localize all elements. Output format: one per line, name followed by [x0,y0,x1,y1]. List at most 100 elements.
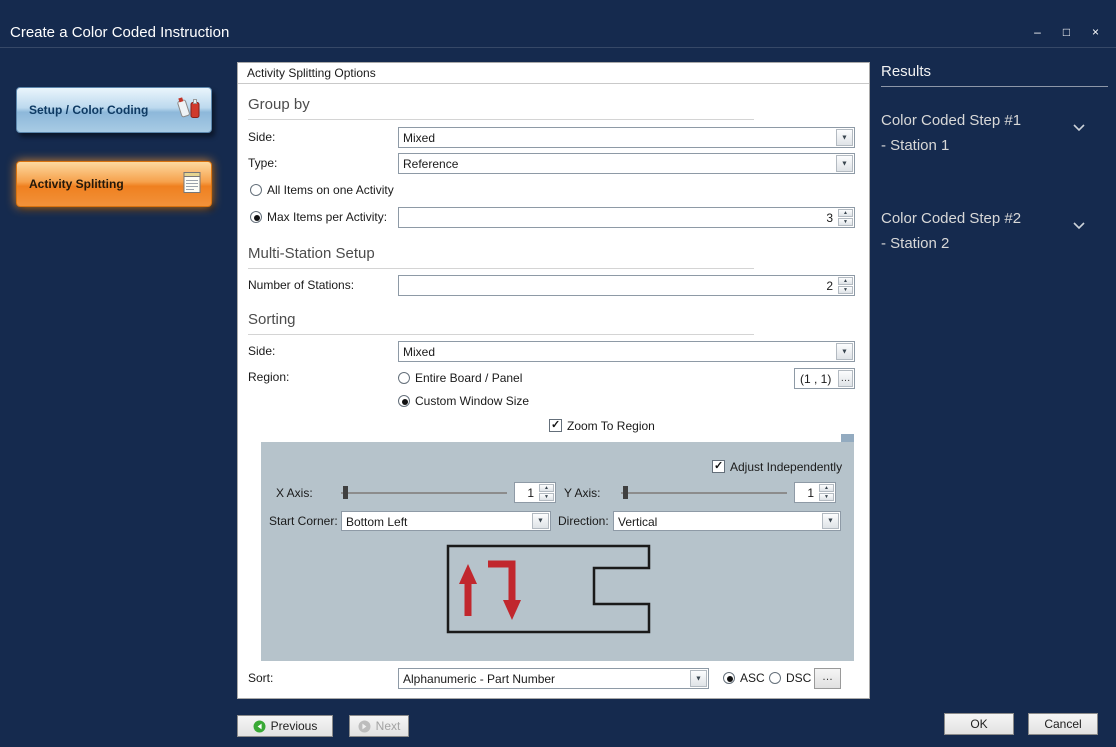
close-button[interactable]: × [1089,25,1102,39]
custom-window-radio[interactable]: Custom Window Size [398,393,529,408]
chevron-down-icon[interactable] [822,513,839,529]
checkbox-icon [712,460,725,473]
max-items-input[interactable]: 3 [398,207,855,228]
sort-select[interactable]: Alphanumeric - Part Number [398,668,709,689]
side-select[interactable]: Mixed [398,127,855,148]
stations-value: 2 [826,279,833,293]
y-axis-value: 1 [807,486,814,500]
cancel-button[interactable]: Cancel [1028,713,1098,735]
slider-thumb[interactable] [343,486,348,499]
section-divider [248,268,754,269]
sidebar-item-setup-color-coding[interactable]: Setup / Color Coding [16,87,212,133]
title-bar: Create a Color Coded Instruction – □ × [0,0,1116,48]
adjust-independently-checkbox[interactable]: Adjust Independently [712,459,842,474]
y-axis-slider[interactable] [619,484,789,500]
spinner-up-button[interactable] [539,484,554,492]
slider-track [621,492,787,494]
direction-value: Vertical [614,512,840,529]
spinner-down-button[interactable] [819,493,834,501]
cancel-button-label: Cancel [1044,717,1081,731]
type-select[interactable]: Reference [398,153,855,174]
minimize-button[interactable]: – [1031,25,1044,39]
previous-button[interactable]: Previous [237,715,333,737]
max-items-radio[interactable]: Max Items per Activity: [250,209,387,224]
asc-radio[interactable]: ASC [723,670,765,685]
type-select-value: Reference [399,154,854,171]
chevron-down-icon[interactable] [836,343,853,360]
group-by-heading: Group by [248,96,310,113]
start-corner-value: Bottom Left [342,512,550,529]
y-axis-input[interactable]: 1 [794,482,836,503]
chevron-down-icon [1072,123,1086,132]
slider-thumb[interactable] [623,486,628,499]
side-label: Side: [248,130,275,144]
dsc-radio-label: DSC [786,671,811,685]
spinner-down-button[interactable] [838,286,853,294]
chevron-down-icon [1072,221,1086,230]
sorting-side-label: Side: [248,344,275,358]
sidebar-item-setup-label: Setup / Color Coding [29,103,148,117]
sort-ellipsis-button[interactable]: … [814,668,841,689]
result-step-1-subtitle: - Station 1 [881,133,1108,158]
region-label: Region: [248,370,289,384]
radio-icon [769,672,781,684]
start-corner-label: Start Corner: [269,514,338,528]
section-divider [248,334,754,335]
x-axis-input[interactable]: 1 [514,482,556,503]
asc-radio-label: ASC [740,671,765,685]
radio-icon [250,184,262,196]
ok-button-label: OK [970,717,987,731]
sorting-side-value: Mixed [399,342,854,359]
chevron-down-icon[interactable] [836,129,853,146]
next-button-label: Next [376,719,401,733]
previous-button-label: Previous [271,719,318,733]
dsc-radio[interactable]: DSC [769,670,811,685]
sorting-side-select[interactable]: Mixed [398,341,855,362]
radio-icon [398,395,410,407]
spinner-down-button[interactable] [539,493,554,501]
scrollbar-fragment[interactable] [841,434,854,442]
entire-board-radio[interactable]: Entire Board / Panel [398,370,522,385]
y-axis-label: Y Axis: [564,486,600,500]
maximize-button[interactable]: □ [1060,25,1073,39]
side-select-value: Mixed [399,128,854,145]
sidebar-item-activity-splitting[interactable]: Activity Splitting [16,161,212,207]
custom-window-region-panel: Adjust Independently X Axis: 1 Y Axis: 1… [261,442,854,661]
radio-icon [250,211,262,223]
spinner-down-button[interactable] [838,218,853,226]
panel-title: Activity Splitting Options [238,63,869,84]
x-axis-slider[interactable] [339,484,509,500]
result-step-2[interactable]: Color Coded Step #2 - Station 2 [881,206,1108,256]
radio-icon [723,672,735,684]
chevron-down-icon[interactable] [836,155,853,172]
results-divider [881,86,1108,87]
zoom-to-region-checkbox[interactable]: Zoom To Region [549,418,655,433]
spinner-up-button[interactable] [819,484,834,492]
sort-select-value: Alphanumeric - Part Number [399,669,708,686]
next-button[interactable]: Next [349,715,409,737]
region-coords-field[interactable]: (1 , 1) … [794,368,855,389]
start-corner-select[interactable]: Bottom Left [341,511,551,531]
x-axis-label: X Axis: [276,486,313,500]
next-arrow-icon [358,720,371,733]
paint-bottles-icon [173,95,203,126]
spinner-up-button[interactable] [838,209,853,217]
window-controls: – □ × [1031,25,1102,39]
stations-input[interactable]: 2 [398,275,855,296]
region-coords-ellipsis-button[interactable]: … [838,370,853,387]
radio-icon [398,372,410,384]
result-step-1[interactable]: Color Coded Step #1 - Station 1 [881,108,1108,158]
checkbox-icon [549,419,562,432]
max-items-value: 3 [826,211,833,225]
all-items-radio[interactable]: All Items on one Activity [250,182,394,197]
chevron-down-icon[interactable] [690,670,707,687]
board-outline-diagram [446,544,651,634]
chevron-down-icon[interactable] [532,513,549,529]
spinner-up-button[interactable] [838,277,853,285]
section-divider [248,119,754,120]
direction-select[interactable]: Vertical [613,511,841,531]
adjust-independently-label: Adjust Independently [730,460,842,474]
custom-window-radio-label: Custom Window Size [415,394,529,408]
ok-button[interactable]: OK [944,713,1014,735]
sort-label: Sort: [248,671,273,685]
